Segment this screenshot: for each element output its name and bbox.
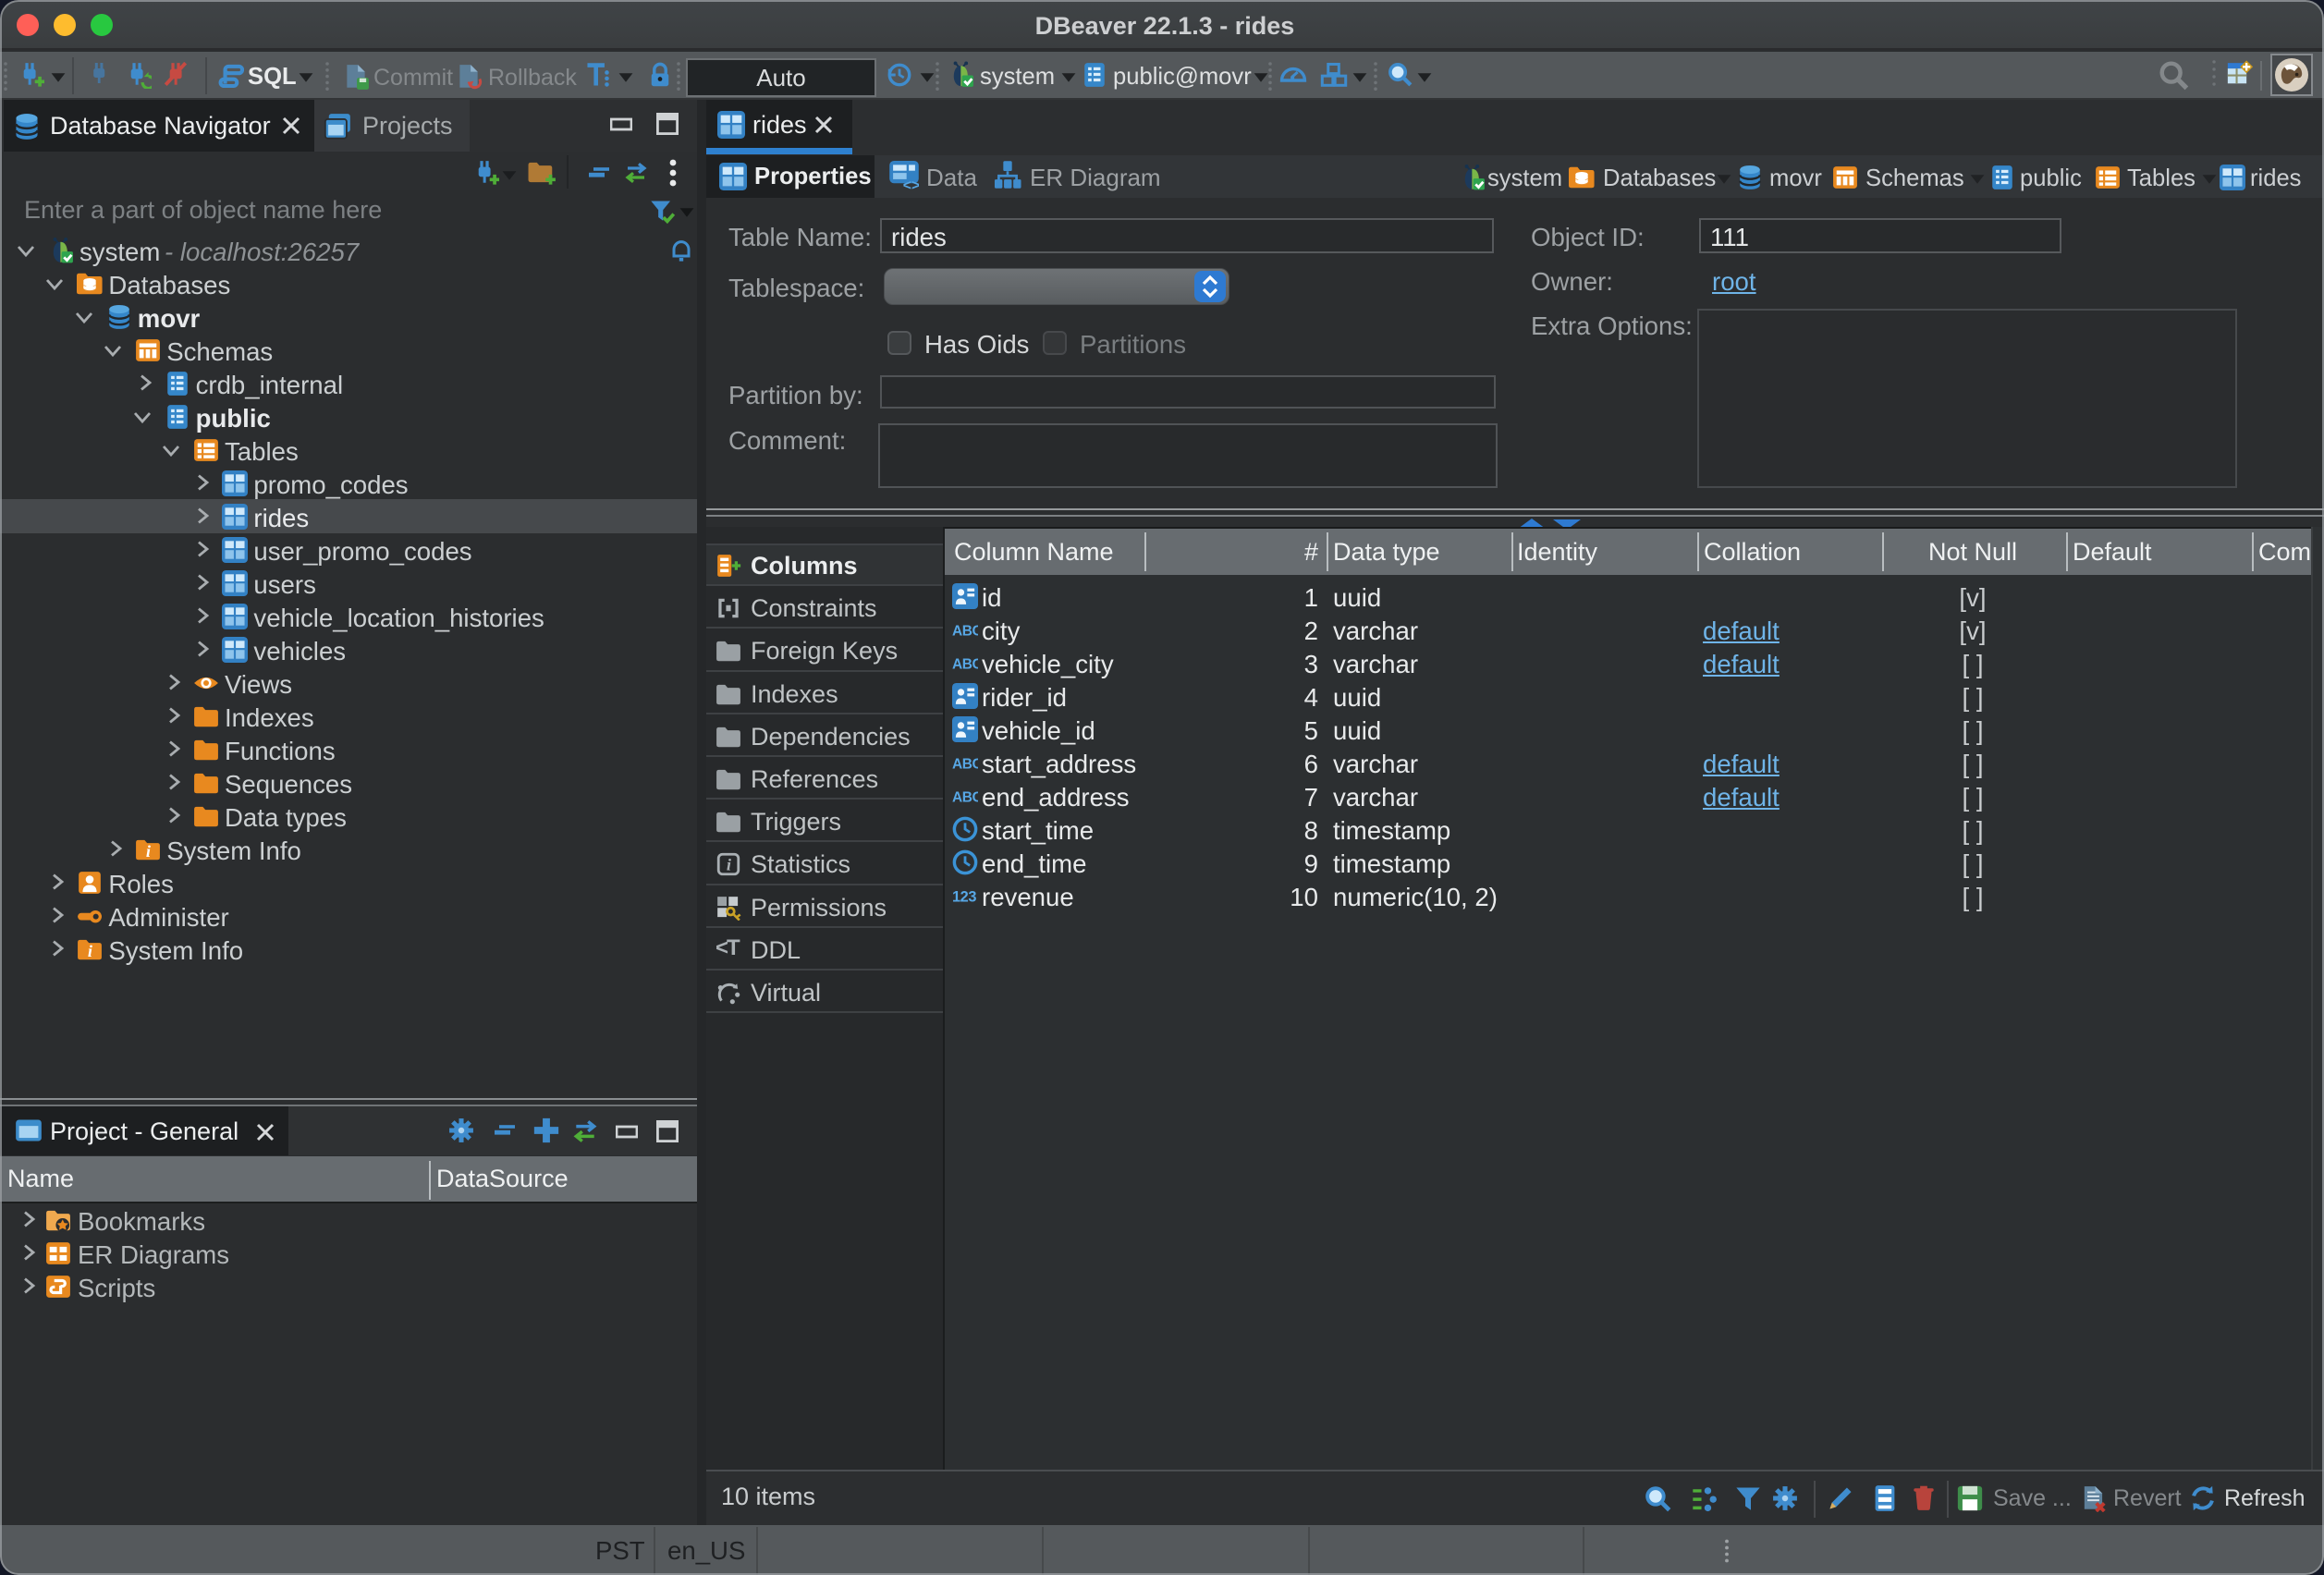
svg-text:ABC: ABC — [952, 624, 978, 640]
svg-text:ABC: ABC — [952, 790, 978, 806]
svg-text:123: 123 — [952, 889, 976, 906]
svg-text:i: i — [146, 842, 151, 861]
svg-text:<>: <> — [903, 178, 919, 192]
svg-text:ABC: ABC — [952, 657, 978, 673]
svg-text:i: i — [727, 856, 731, 874]
svg-text:ABC: ABC — [952, 757, 978, 773]
svg-text:i: i — [88, 942, 92, 960]
